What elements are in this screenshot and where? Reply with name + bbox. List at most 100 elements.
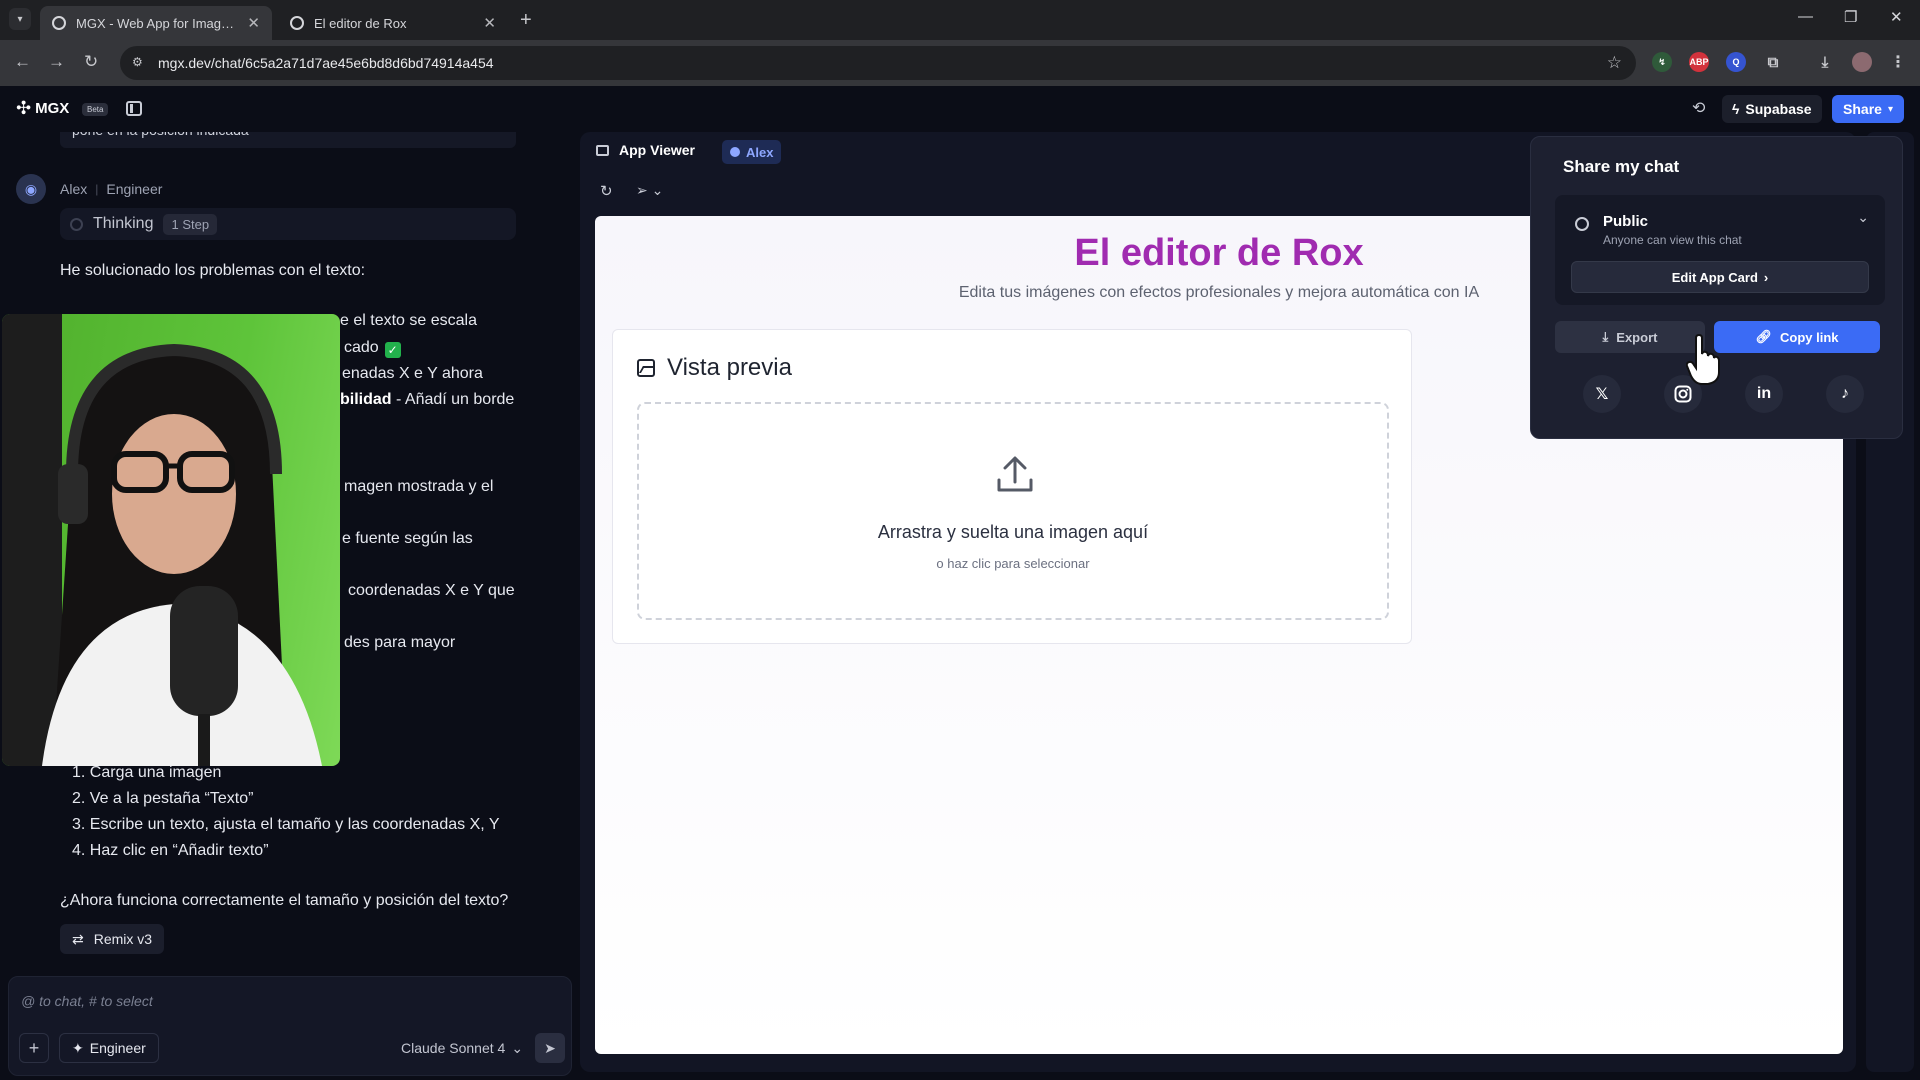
message-line-text: cado xyxy=(344,339,379,356)
remix-button[interactable]: ⇄ Remix v3 xyxy=(60,924,165,954)
visibility-label[interactable]: Public xyxy=(1603,213,1648,230)
supabase-label: Supabase xyxy=(1745,101,1812,117)
chevron-right-icon: › xyxy=(1763,269,1769,285)
new-tab-icon[interactable]: + xyxy=(520,9,532,32)
browser-tab-mgx[interactable]: MGX - Web App for Image Editi ✕ xyxy=(40,6,272,40)
agent-badge-label: Alex xyxy=(746,144,774,160)
tab-search-button[interactable]: ▾ xyxy=(9,8,31,30)
profile-avatar[interactable] xyxy=(1852,52,1872,72)
edit-app-card-button[interactable]: Edit App Card › xyxy=(1571,261,1869,293)
extensions-puzzle-icon[interactable]: ⧉ xyxy=(1763,52,1783,72)
browser-tab-editor[interactable]: El editor de Rox ✕ xyxy=(278,6,508,40)
forward-icon[interactable]: → xyxy=(48,52,65,72)
tab-title: El editor de Rox xyxy=(314,15,407,31)
hand-cursor-icon xyxy=(1686,334,1720,385)
sidebar-toggle-icon[interactable] xyxy=(126,101,142,116)
bookmark-star-icon[interactable]: ☆ xyxy=(1607,53,1622,73)
logo-text: MGX xyxy=(35,100,70,117)
chat-composer: @ to chat, # to select + ✦ Engineer Clau… xyxy=(8,976,572,1076)
agent-role: Engineer xyxy=(106,181,163,197)
mgx-favicon-icon xyxy=(52,16,66,30)
tiktok-share-icon[interactable]: ♪ xyxy=(1826,375,1864,413)
message-line: bilidad - Añadí un borde xyxy=(340,391,514,409)
webcam-video xyxy=(2,314,340,766)
model-select[interactable]: Claude Sonnet 4 ⌄ xyxy=(401,1040,523,1057)
omnibox[interactable]: ⚙ mgx.dev/chat/6c5a2a71d7ae45e6bd8d6bd74… xyxy=(120,46,1636,80)
refresh-icon[interactable]: ↻ xyxy=(600,182,613,200)
message-question: ¿Ahora funciona correctamente el tamaño … xyxy=(60,892,509,909)
preview-card-title: Vista previa xyxy=(637,354,792,382)
message-line: enadas X e Y ahora xyxy=(342,365,483,382)
back-icon[interactable]: ← xyxy=(14,52,31,72)
address-toolbar: ← → ↻ ⚙ mgx.dev/chat/6c5a2a71d7ae45e6bd8… xyxy=(0,40,1920,86)
agent-name: Alex xyxy=(60,181,88,197)
check-icon: ✓ xyxy=(384,342,401,358)
preview-title-text: Vista previa xyxy=(667,354,792,381)
export-button[interactable]: ⤓ Export xyxy=(1555,321,1705,353)
preview-card: Vista previa Arrastra y suelta una image… xyxy=(612,329,1412,644)
globe-icon xyxy=(1575,217,1589,231)
message-intro: He solucionado los problemas con el text… xyxy=(60,262,366,279)
list-item: 4. Haz clic en “Añadir texto” xyxy=(72,842,269,859)
agent-select-button[interactable]: ✦ Engineer xyxy=(59,1033,159,1063)
close-window-icon[interactable]: ✕ xyxy=(1890,8,1903,26)
minimize-icon[interactable]: — xyxy=(1798,8,1813,25)
agent-select-label: Engineer xyxy=(89,1040,146,1056)
pointer-select-icon[interactable]: ➢ ⌄ xyxy=(636,182,663,199)
message-line: cado ✓ xyxy=(344,339,401,358)
window-icon xyxy=(596,144,609,156)
thinking-label: Thinking xyxy=(93,215,154,232)
history-icon[interactable]: ⟲ xyxy=(1692,98,1705,118)
message-line: des para mayor xyxy=(344,634,456,651)
url-text[interactable]: mgx.dev/chat/6c5a2a71d7ae45e6bd8d6bd7491… xyxy=(158,55,494,71)
share-popover: Share my chat Public Anyone can view thi… xyxy=(1530,136,1903,439)
dropzone-main-text: Arrastra y suelta una imagen aquí xyxy=(877,522,1149,542)
agent-avatar: ◉ xyxy=(16,174,46,204)
list-item: 3. Escribe un texto, ajusta el tamaño y … xyxy=(72,816,500,833)
chevron-down-icon: ▾ xyxy=(1887,103,1893,115)
copy-link-button[interactable]: 🔗︎ Copy link xyxy=(1714,321,1880,353)
message-line: coordenadas X e Y que xyxy=(348,582,515,599)
site-info-icon[interactable]: ⚙ xyxy=(132,55,148,71)
close-tab-icon[interactable]: ✕ xyxy=(247,14,260,32)
browser-tab-bar: ▾ MGX - Web App for Image Editi ✕ El edi… xyxy=(0,0,1920,40)
linkedin-share-icon[interactable]: in xyxy=(1745,375,1783,413)
export-label: Export xyxy=(1616,329,1658,345)
list-item: 1. Carga una imagen xyxy=(72,764,222,781)
editor-favicon-icon xyxy=(290,16,304,30)
x-share-icon[interactable]: 𝕏 xyxy=(1583,375,1621,413)
chevron-down-icon[interactable]: ⌄ xyxy=(1857,209,1869,226)
image-icon xyxy=(637,359,655,377)
message-bold: bilidad xyxy=(340,391,392,408)
chat-input[interactable]: @ to chat, # to select xyxy=(21,993,153,1009)
remix-label: Remix v3 xyxy=(93,931,153,947)
adblock-icon[interactable]: ABP xyxy=(1689,52,1709,72)
extension-search-icon[interactable]: Q xyxy=(1726,52,1746,72)
upload-icon xyxy=(997,456,1033,492)
download-icon: ⤓ xyxy=(1602,329,1609,344)
shuffle-icon: ⇄ xyxy=(72,930,84,947)
visibility-description: Anyone can view this chat xyxy=(1603,233,1742,247)
divider: | xyxy=(95,182,99,196)
attach-button[interactable]: + xyxy=(19,1033,49,1063)
mgx-logo[interactable]: ✣ MGX xyxy=(16,98,69,119)
dropzone-sub-text: o haz clic para seleccionar xyxy=(936,556,1090,571)
close-tab-icon[interactable]: ✕ xyxy=(483,14,496,32)
message-line-text: - Añadí un borde xyxy=(391,391,515,408)
downloads-icon[interactable]: ⤓ xyxy=(1815,52,1835,72)
image-dropzone[interactable]: Arrastra y suelta una imagen aquí o haz … xyxy=(637,402,1389,620)
supabase-bolt-icon: ϟ xyxy=(1732,101,1740,117)
thinking-collapsible[interactable]: Thinking 1 Step xyxy=(60,208,516,240)
restore-icon[interactable]: ❐ xyxy=(1844,8,1857,26)
message-line: e el texto se escala xyxy=(340,312,477,329)
previous-message-snippet: pone en la posición indicada xyxy=(60,132,516,148)
browser-menu-icon[interactable]: ⋮ xyxy=(1888,52,1908,72)
supabase-button[interactable]: ϟ Supabase xyxy=(1722,95,1822,123)
extension-icon[interactable]: ↯ xyxy=(1652,52,1672,72)
reload-icon[interactable]: ↻ xyxy=(84,52,98,72)
agent-badge[interactable]: Alex xyxy=(722,140,782,164)
send-button[interactable]: ➤ xyxy=(535,1033,565,1063)
share-button[interactable]: Share ▾ xyxy=(1832,95,1904,123)
chevron-down-icon: ⌄ xyxy=(511,1040,524,1056)
viewer-title: App Viewer xyxy=(619,142,695,158)
